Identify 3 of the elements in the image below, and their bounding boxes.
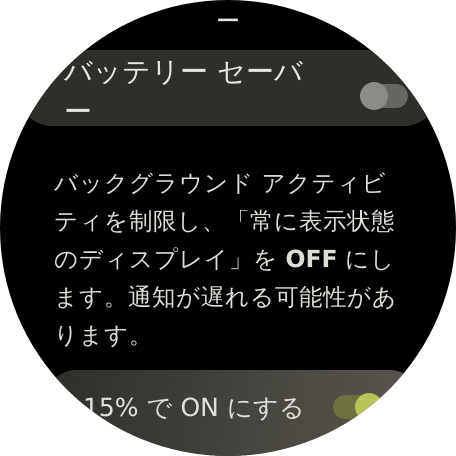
cut-off-text: ー (216, 6, 240, 36)
description-text: バックグラウンド アクティビティを制限し、「常に表示状態のディスプレイ」を OFF にします。通知が遅れる可能性があります。 (54, 168, 398, 351)
toggle-switch[interactable] (362, 84, 408, 108)
